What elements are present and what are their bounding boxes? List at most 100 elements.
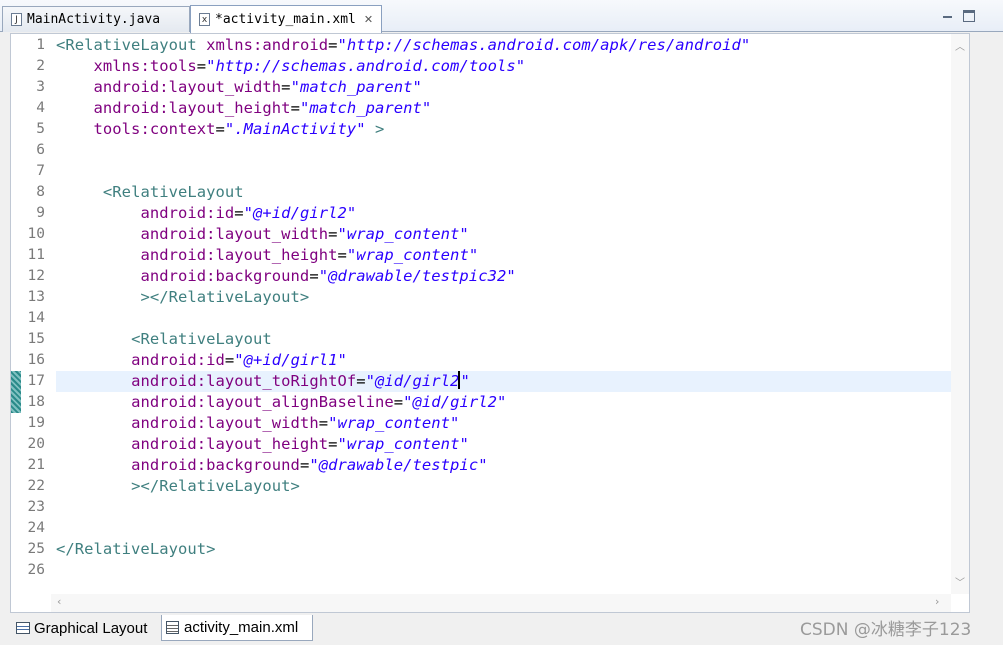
code-token-sym: [56, 414, 131, 432]
line-number: 15: [27, 331, 45, 347]
code-line[interactable]: 23: [11, 497, 951, 518]
tab-mainactivity-java[interactable]: J MainActivity.java: [2, 6, 190, 32]
code-token-sym: =: [224, 351, 235, 369]
tab-label: MainActivity.java: [27, 12, 161, 27]
code-line[interactable]: 11 android:layout_height="wrap_content": [11, 245, 951, 266]
xml-source-icon: [166, 621, 179, 634]
code-line[interactable]: 9 android:id="@+id/girl2": [11, 203, 951, 224]
code-token-sym: =: [356, 372, 366, 390]
code-line[interactable]: 16 android:id="@+id/girl1": [11, 350, 951, 371]
code-line[interactable]: 17 android:layout_toRightOf="@id/girl2": [11, 371, 951, 392]
code-token-attr: android:background: [131, 456, 300, 474]
code-token-sym: [56, 57, 94, 75]
code-token-sym: [56, 99, 94, 117]
code-text: ></RelativeLayout>: [56, 287, 309, 308]
code-token-sym: [56, 204, 140, 222]
code-line[interactable]: 14: [11, 308, 951, 329]
code-token-sym: [56, 246, 140, 264]
line-number: 20: [27, 436, 45, 452]
scroll-up-icon[interactable]: ︿: [955, 38, 965, 53]
code-line[interactable]: 7: [11, 161, 951, 182]
code-token-tag: >: [375, 120, 385, 138]
code-line[interactable]: 10 android:layout_width="wrap_content": [11, 224, 951, 245]
code-token-attr: android:layout_height: [93, 99, 291, 117]
line-number: 4: [36, 100, 45, 116]
code-token-val: "@id/girl2: [365, 372, 460, 390]
watermark: CSDN @冰糖李子123: [800, 620, 972, 640]
code-line[interactable]: 1 <RelativeLayout xmlns:android="http://s…: [11, 35, 951, 56]
code-line[interactable]: 24: [11, 518, 951, 539]
code-token-attr: xmlns:tools: [93, 57, 197, 75]
code-line[interactable]: 12 android:background="@drawable/testpic…: [11, 266, 951, 287]
tab-label: *activity_main.xml: [215, 12, 356, 27]
line-number: 21: [27, 457, 45, 473]
scroll-down-icon[interactable]: ﹀: [955, 574, 965, 589]
code-token-sym: [56, 393, 131, 411]
code-line[interactable]: 3 android:layout_width="match_parent": [11, 77, 951, 98]
close-icon[interactable]: ✕: [364, 13, 373, 26]
code-text: android:background="@drawable/testpic": [56, 455, 488, 476]
code-token-sym: [197, 36, 206, 54]
maximize-button[interactable]: [963, 10, 975, 22]
code-token-sym: =: [318, 414, 329, 432]
code-text: android:layout_toRightOf="@id/girl2": [56, 371, 470, 392]
line-number: 23: [27, 499, 45, 515]
line-number: 9: [36, 205, 45, 221]
code-line[interactable]: 25 </RelativeLayout>: [11, 539, 951, 560]
code-token-sym: [56, 456, 131, 474]
code-token-sym: [56, 330, 131, 348]
code-token-tag: ></RelativeLayout>: [131, 477, 300, 495]
code-line[interactable]: 26: [11, 560, 951, 581]
code-line[interactable]: 2 xmlns:tools="http://schemas.android.co…: [11, 56, 951, 77]
tab-label: Graphical Layout: [34, 619, 148, 637]
line-number: 7: [36, 163, 45, 179]
horizontal-scrollbar[interactable]: ‹ ›: [51, 594, 951, 612]
code-text: android:layout_height="match_parent": [56, 98, 432, 119]
code-line[interactable]: 21 android:background="@drawable/testpic…: [11, 455, 951, 476]
code-line[interactable]: 5 tools:context=".MainActivity" >: [11, 119, 951, 140]
line-number: 1: [36, 37, 45, 53]
code-token-val: "@+id/girl1": [234, 351, 347, 369]
code-token-sym: =: [215, 120, 225, 138]
code-token-attr: xmlns:android: [206, 36, 329, 54]
code-token-tag: <RelativeLayout: [102, 183, 244, 201]
code-line[interactable]: 15 <RelativeLayout: [11, 329, 951, 350]
line-number: 5: [36, 121, 45, 137]
minimize-button[interactable]: [942, 10, 954, 22]
code-token-sym: [56, 372, 131, 390]
code-token-sym: [366, 120, 375, 138]
tab-activity-main-xml[interactable]: x *activity_main.xml ✕: [190, 5, 382, 33]
code-token-val: "@id/girl2": [403, 393, 507, 411]
code-token-sym: =: [234, 204, 244, 222]
code-text: android:layout_alignBaseline="@id/girl2": [56, 392, 506, 413]
vertical-scrollbar[interactable]: ︿ ﹀: [951, 34, 969, 594]
code-line[interactable]: 8 <RelativeLayout: [11, 182, 951, 203]
line-number: 11: [27, 247, 45, 263]
tab-xml-source[interactable]: activity_main.xml: [161, 615, 313, 641]
code-text: xmlns:tools="http://schemas.android.com/…: [56, 56, 526, 77]
code-text: android:id="@+id/girl1": [56, 350, 347, 371]
code-token-val: "wrap_content": [337, 225, 469, 243]
code-line[interactable]: 18 android:layout_alignBaseline="@id/gir…: [11, 392, 951, 413]
code-text: <RelativeLayout xmlns:android="http://sc…: [56, 35, 750, 56]
xml-editor[interactable]: 1 <RelativeLayout xmlns:android="http://s…: [10, 33, 970, 613]
scroll-right-icon[interactable]: ›: [935, 595, 939, 608]
code-token-val: ".MainActivity": [224, 120, 366, 138]
code-line[interactable]: 4 android:layout_height="match_parent": [11, 98, 951, 119]
xml-file-icon: x: [199, 13, 210, 26]
tab-graphical-layout[interactable]: Graphical Layout: [12, 615, 160, 641]
line-number: 3: [36, 79, 45, 95]
code-line[interactable]: 6: [11, 140, 951, 161]
code-token-attr: android:layout_width: [93, 78, 282, 96]
code-text: <RelativeLayout: [56, 182, 244, 203]
code-line[interactable]: 19 android:layout_width="wrap_content": [11, 413, 951, 434]
scroll-left-icon[interactable]: ‹: [57, 595, 61, 608]
code-line[interactable]: 13 ></RelativeLayout>: [11, 287, 951, 308]
code-token-sym: [56, 267, 140, 285]
code-token-val: "@drawable/testpic": [309, 456, 488, 474]
line-number: 19: [27, 415, 45, 431]
code-text: android:layout_height="wrap_content": [56, 434, 469, 455]
code-line[interactable]: 22 ></RelativeLayout>: [11, 476, 951, 497]
code-token-sym: =: [290, 99, 300, 117]
code-line[interactable]: 20 android:layout_height="wrap_content": [11, 434, 951, 455]
